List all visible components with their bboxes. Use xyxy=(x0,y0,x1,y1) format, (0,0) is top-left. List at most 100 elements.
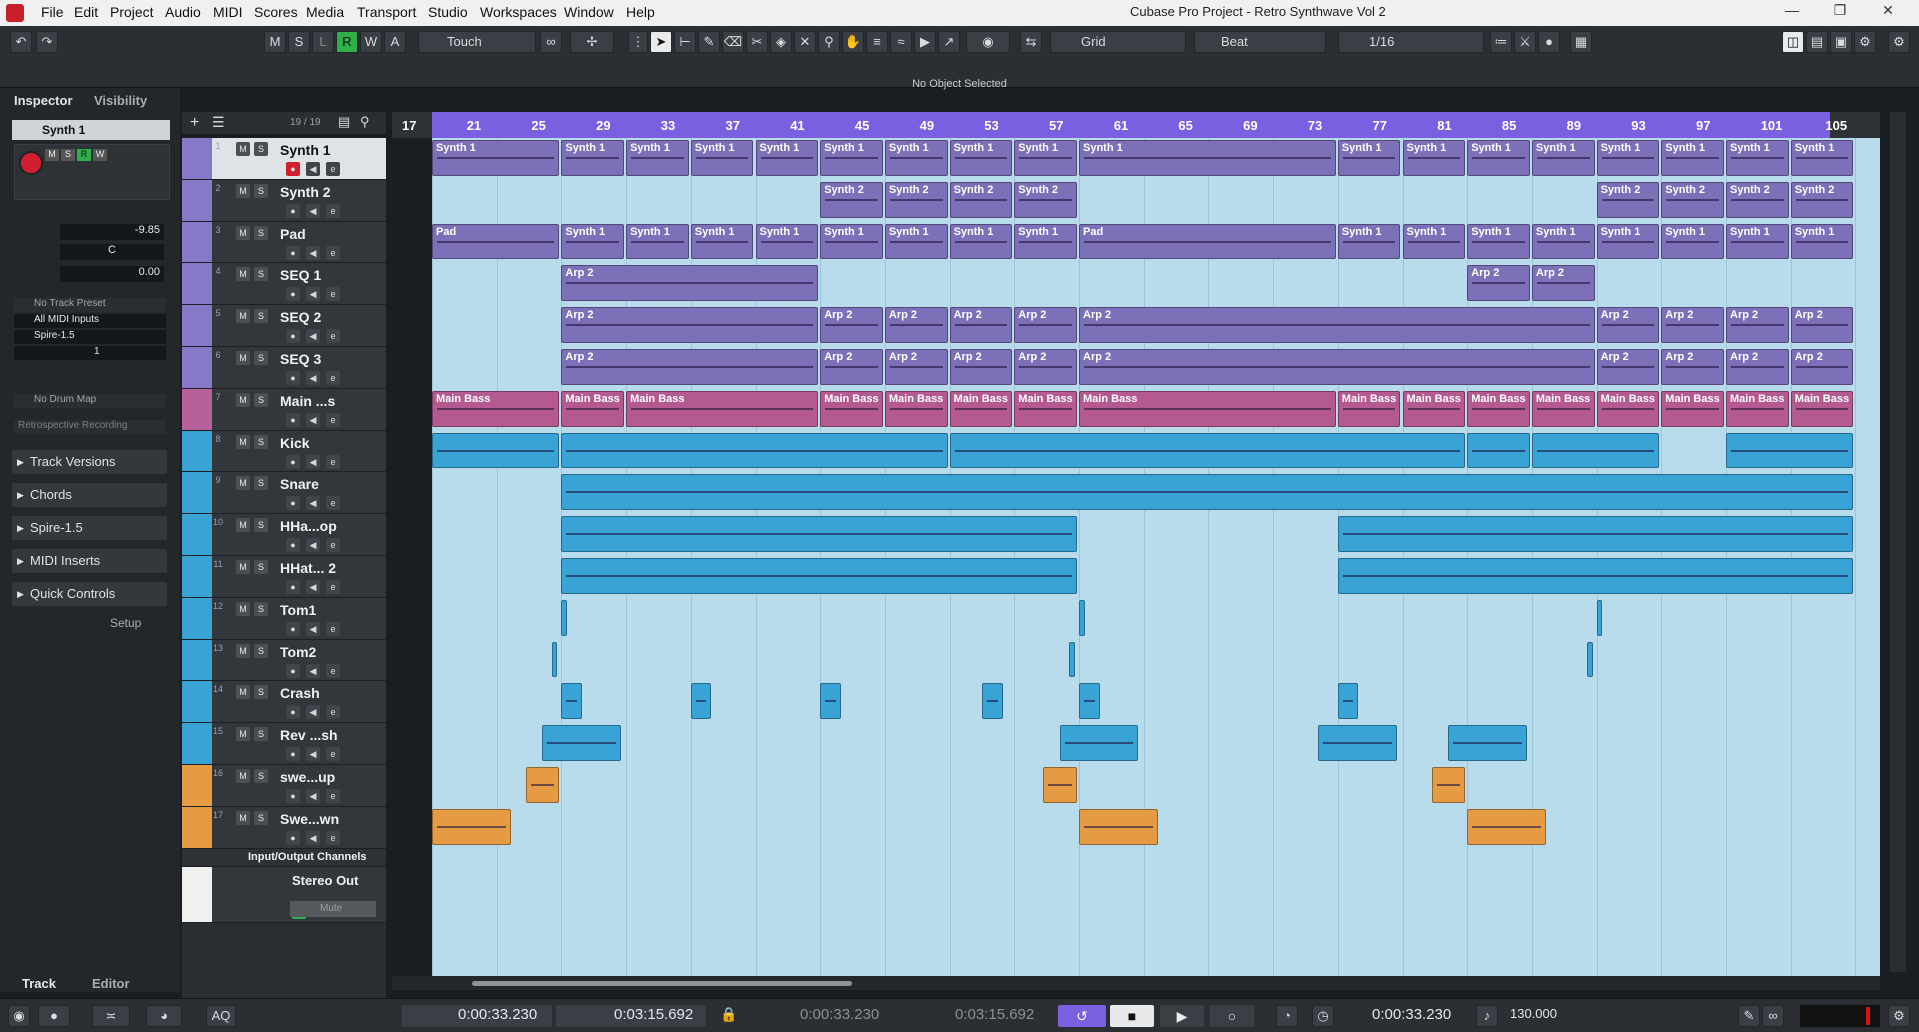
track-monitor-icon[interactable]: ◀ xyxy=(306,412,320,427)
record-button[interactable]: ○ xyxy=(1210,1005,1254,1027)
track-record-icon[interactable]: ● xyxy=(286,162,300,176)
track-monitor-icon[interactable]: ◀ xyxy=(306,580,320,594)
track-solo-button[interactable]: S xyxy=(254,392,268,407)
event-clip[interactable]: Arp 2 xyxy=(949,349,1013,385)
event-clip[interactable]: Pad xyxy=(1079,223,1336,260)
left-zone-icon[interactable]: ◫ xyxy=(1782,31,1804,53)
midi-input[interactable]: All MIDI Inputs xyxy=(14,314,166,328)
event-clip[interactable]: Synth 1 xyxy=(755,140,819,176)
event-clip[interactable]: Synth 1 xyxy=(949,140,1013,176)
event-clip[interactable]: Main Bass xyxy=(1726,390,1789,427)
track-edit-icon[interactable]: e xyxy=(326,329,340,344)
play-tool-icon[interactable]: ▶ xyxy=(914,31,936,53)
quantize-select[interactable]: 1/16 xyxy=(1338,31,1484,53)
event-clip[interactable]: Arp 2 xyxy=(884,307,948,343)
event-clip[interactable] xyxy=(1337,516,1854,552)
track-monitor-icon[interactable]: ◀ xyxy=(306,538,320,553)
right-zone-icon[interactable]: ▣ xyxy=(1830,31,1852,53)
event-clip[interactable]: Synth 1 xyxy=(820,223,883,260)
punch-in[interactable]: 0:00:33.230 xyxy=(800,1006,879,1023)
track-edit-icon[interactable]: e xyxy=(326,538,340,553)
track-solo-button[interactable]: S xyxy=(254,267,268,282)
cycle-range[interactable] xyxy=(432,112,1830,138)
track-row[interactable]: 16 M Sswe...up ● ◀ e xyxy=(182,765,386,807)
track-record-icon[interactable]: ● xyxy=(286,747,300,762)
track-monitor-icon[interactable]: ◀ xyxy=(306,747,320,762)
track-monitor-icon[interactable]: ◀ xyxy=(306,162,320,176)
event-clip[interactable] xyxy=(1079,808,1158,845)
menu-edit[interactable]: Edit xyxy=(74,4,98,20)
event-clip[interactable]: Synth 1 xyxy=(626,140,689,176)
section-midi-inserts[interactable]: ▶ MIDI Inserts xyxy=(12,549,167,573)
mute-all-button[interactable]: M xyxy=(264,31,286,53)
track-name[interactable]: Swe...wn xyxy=(280,811,339,827)
event-clip[interactable] xyxy=(820,683,841,720)
event-clip[interactable]: Synth 1 xyxy=(1531,140,1595,176)
tempo-icon[interactable]: ♪ xyxy=(1476,1005,1498,1027)
track-name[interactable]: Kick xyxy=(280,435,310,451)
track-name[interactable]: Tom1 xyxy=(280,602,316,618)
event-clip[interactable]: Main Bass xyxy=(949,390,1013,427)
section-instrument[interactable]: ▶ Spire-1.5 xyxy=(12,516,167,540)
object-select-icon[interactable]: ➤ xyxy=(650,31,672,53)
pencil-icon[interactable]: ✎ xyxy=(698,31,720,53)
event-clip[interactable]: Main Bass xyxy=(1467,390,1530,427)
autoscroll-icon[interactable]: ⇆ xyxy=(1020,31,1042,53)
track-edit-icon[interactable]: e xyxy=(326,287,340,302)
track-edit-icon[interactable]: e xyxy=(326,663,340,678)
track-mute-button[interactable]: M xyxy=(236,810,250,825)
event-clip[interactable] xyxy=(1467,808,1547,845)
event-clip[interactable]: Arp 2 xyxy=(561,307,819,343)
event-clip[interactable]: Synth 1 xyxy=(1726,223,1789,260)
event-clip[interactable]: Synth 2 xyxy=(884,181,948,218)
event-clip[interactable]: Synth 2 xyxy=(1790,181,1854,218)
time-display-icon[interactable]: ◷ xyxy=(1312,1005,1334,1027)
setup-label[interactable]: Setup xyxy=(110,616,141,630)
event-clip[interactable]: Synth 2 xyxy=(1726,181,1789,218)
event-clip[interactable] xyxy=(561,516,1077,552)
event-clip[interactable] xyxy=(690,683,712,720)
write-automation-button[interactable]: W xyxy=(93,149,107,161)
track-name[interactable]: Snare xyxy=(280,476,319,492)
event-clip[interactable]: Synth 1 xyxy=(1790,140,1854,176)
event-clip[interactable]: Synth 1 xyxy=(1402,223,1466,260)
event-clip[interactable]: Synth 2 xyxy=(949,181,1013,218)
menu-file[interactable]: File xyxy=(41,4,64,20)
track-solo-button[interactable]: S xyxy=(254,225,268,240)
track-solo-button[interactable]: S xyxy=(254,142,268,156)
redo-icon[interactable]: ↷ xyxy=(36,31,58,53)
track-solo-button[interactable]: S xyxy=(254,183,268,198)
event-clip[interactable]: Main Bass xyxy=(1014,390,1077,427)
track-name[interactable]: SEQ 3 xyxy=(280,351,321,367)
menu-window[interactable]: Window xyxy=(564,4,614,20)
event-clip[interactable]: Arp 2 xyxy=(820,349,883,385)
aq-button[interactable]: AQ xyxy=(206,1005,236,1027)
event-clip[interactable] xyxy=(1447,725,1527,761)
event-clip[interactable] xyxy=(1043,767,1077,803)
editor-tab[interactable]: Editor xyxy=(92,976,130,991)
track-edit-icon[interactable]: e xyxy=(326,830,340,845)
track-record-icon[interactable]: ● xyxy=(286,663,300,678)
track-monitor-icon[interactable]: ◀ xyxy=(306,245,320,260)
sync-icon[interactable]: ◔ xyxy=(1276,1005,1298,1027)
event-clip[interactable]: Main Bass xyxy=(432,390,560,427)
grid-type-select[interactable]: Beat xyxy=(1194,31,1326,53)
event-clip[interactable]: Arp 2 xyxy=(1596,349,1660,385)
window-layout-icon[interactable]: ▦ xyxy=(1570,31,1592,53)
write-button[interactable]: W xyxy=(360,31,382,53)
track-solo-button[interactable]: S xyxy=(254,309,268,324)
event-clip[interactable] xyxy=(551,641,558,678)
track-name[interactable]: Tom2 xyxy=(280,644,316,660)
track-name[interactable]: Rev ...sh xyxy=(280,727,338,743)
inspector-tab[interactable]: Inspector xyxy=(14,93,73,115)
event-clip[interactable]: Arp 2 xyxy=(820,307,883,343)
midi-output[interactable]: Spire-1.5 xyxy=(14,330,166,344)
event-clip[interactable]: Synth 1 xyxy=(1337,223,1401,260)
track-row[interactable]: 9 M S Snare ● ◀ e xyxy=(182,472,386,515)
track-record-icon[interactable]: ● xyxy=(286,287,300,302)
ruler[interactable]: 17 21 25 29 33 37 41 45 49 53 57 61 65 69 73 77 81 85 89 93… xyxy=(392,112,1905,138)
event-clip[interactable]: Main Bass xyxy=(1402,390,1466,427)
drum-map[interactable]: No Drum Map xyxy=(14,394,166,408)
menu-audio[interactable]: Audio xyxy=(165,4,201,20)
event-clip[interactable] xyxy=(1337,683,1359,720)
